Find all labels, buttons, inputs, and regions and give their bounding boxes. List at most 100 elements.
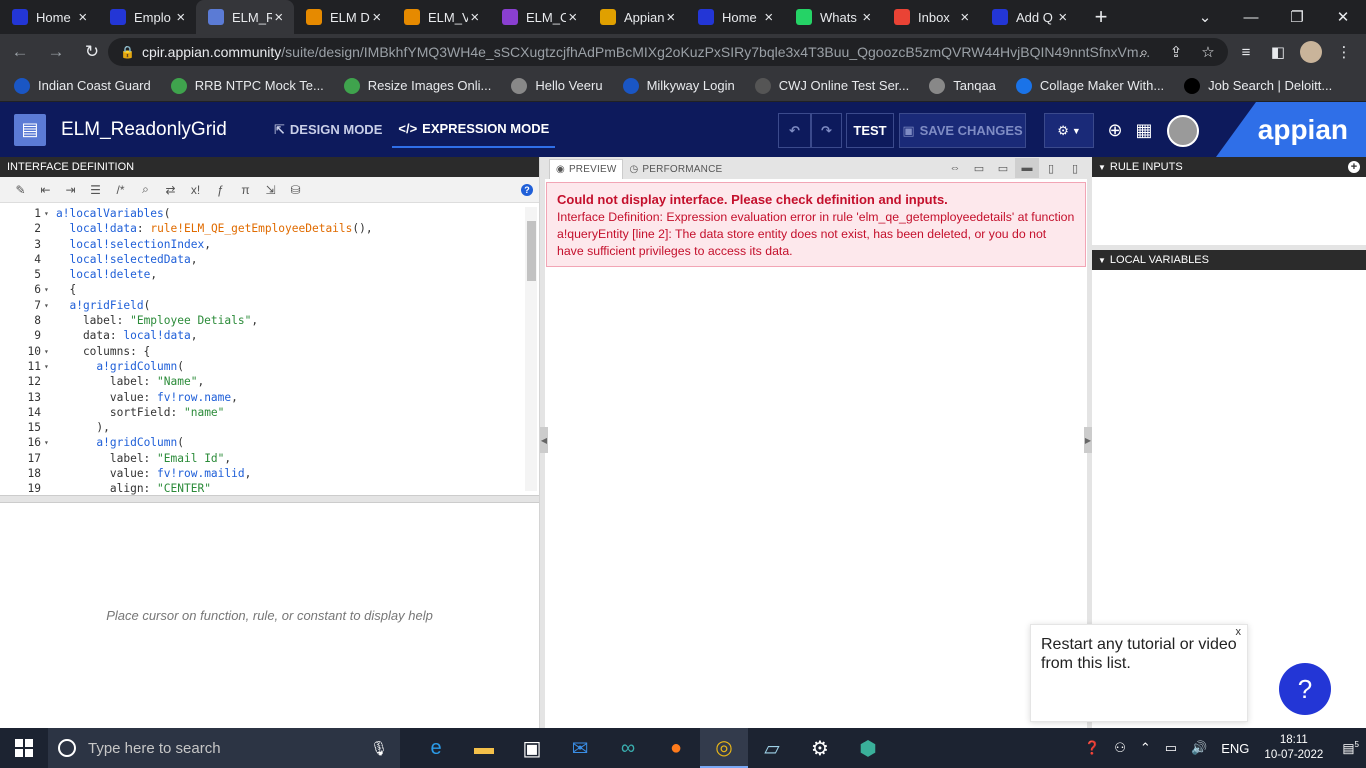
arduino-icon[interactable]: ∞ bbox=[604, 728, 652, 768]
back-button[interactable]: ← bbox=[4, 36, 36, 68]
function-fx-icon[interactable]: ƒ bbox=[208, 179, 233, 201]
media-icon[interactable]: ≡ bbox=[1232, 38, 1260, 66]
close-tab-icon[interactable]: × bbox=[762, 9, 776, 26]
fold-toggle-icon[interactable]: ▾ bbox=[44, 359, 53, 374]
browser-tab[interactable]: Inbox × bbox=[882, 0, 980, 34]
close-tab-icon[interactable]: × bbox=[1056, 9, 1070, 26]
code-line[interactable]: 16 ▾ a!gridColumn( bbox=[0, 435, 539, 450]
browser-tab[interactable]: Emplo × bbox=[98, 0, 196, 34]
code-line[interactable]: 13 value: fv!row.name, bbox=[0, 390, 539, 405]
code-line[interactable]: 12 label: "Name", bbox=[0, 374, 539, 389]
notepad-icon[interactable]: ▱ bbox=[748, 728, 796, 768]
fold-toggle-icon[interactable] bbox=[44, 481, 53, 495]
code-line[interactable]: 4 local!selectedData, bbox=[0, 252, 539, 267]
forward-button[interactable]: → bbox=[40, 36, 72, 68]
database-search-icon[interactable]: ⛁ bbox=[283, 179, 308, 201]
browser-tab[interactable]: ELM_V × bbox=[392, 0, 490, 34]
tab-performance[interactable]: ◷ PERFORMANCE bbox=[623, 159, 728, 179]
bookmark-item[interactable]: Collage Maker With... bbox=[1015, 77, 1164, 94]
code-line[interactable]: 8 label: "Employee Detials", bbox=[0, 313, 539, 328]
fit-width-icon[interactable]: ⇔ bbox=[943, 158, 967, 178]
fold-toggle-icon[interactable]: ▾ bbox=[44, 344, 53, 359]
redo-button[interactable]: ↷ bbox=[811, 113, 842, 148]
code-line[interactable]: 15 ), bbox=[0, 420, 539, 435]
close-tab-icon[interactable]: × bbox=[566, 9, 580, 26]
address-bar[interactable]: 🔒 cpir.appian.community/suite/design/IMB… bbox=[108, 38, 1228, 66]
bookmark-star-icon[interactable]: ☆ bbox=[1194, 38, 1222, 66]
firefox-icon[interactable]: ● bbox=[652, 728, 700, 768]
settings-gear-icon[interactable]: ⚙ bbox=[796, 728, 844, 768]
search-icon[interactable]: ⌕ bbox=[133, 179, 158, 201]
fold-toggle-icon[interactable] bbox=[44, 451, 53, 466]
rule-inputs-header[interactable]: ▼ RULE INPUTS + bbox=[1092, 157, 1366, 177]
indent-icon[interactable]: ⇥ bbox=[58, 179, 83, 201]
new-tab-button[interactable]: + bbox=[1084, 0, 1118, 34]
comment-icon[interactable]: /* bbox=[108, 179, 133, 201]
reload-button[interactable]: ↻ bbox=[76, 36, 108, 68]
file-explorer-icon[interactable]: ▬ bbox=[460, 728, 508, 768]
fold-toggle-icon[interactable] bbox=[44, 390, 53, 405]
fold-toggle-icon[interactable] bbox=[44, 328, 53, 343]
magic-wand-icon[interactable]: ✎ bbox=[8, 179, 33, 201]
close-tab-icon[interactable]: × bbox=[468, 9, 482, 26]
collapse-right-handle[interactable]: ▶ bbox=[1084, 427, 1092, 453]
language-indicator[interactable]: ENG bbox=[1221, 741, 1249, 756]
profile-avatar[interactable] bbox=[1297, 38, 1325, 66]
undo-button[interactable]: ↶ bbox=[778, 113, 811, 148]
settings-menu-button[interactable]: ⚙ ▼ bbox=[1044, 113, 1094, 148]
bookmark-item[interactable]: RRB NTPC Mock Te... bbox=[170, 77, 324, 94]
code-line[interactable]: 18 value: fv!row.mailid, bbox=[0, 466, 539, 481]
fold-toggle-icon[interactable]: ▾ bbox=[44, 206, 53, 221]
tablet-portrait-icon[interactable]: ▯ bbox=[1039, 158, 1063, 178]
collapse-left-handle[interactable]: ◀ bbox=[540, 427, 548, 453]
code-line[interactable]: 7 ▾ a!gridField( bbox=[0, 298, 539, 313]
taskbar-search-box[interactable]: Type here to search 🎙 bbox=[48, 728, 400, 768]
chevron-up-icon[interactable]: ⌃ bbox=[1140, 740, 1151, 756]
code-line[interactable]: 5 local!delete, bbox=[0, 267, 539, 282]
bookmark-item[interactable]: Job Search | Deloitt... bbox=[1184, 77, 1332, 94]
tablet-landscape-icon[interactable]: ▬ bbox=[1015, 158, 1039, 178]
editor-scrollbar[interactable] bbox=[525, 207, 537, 491]
browser-tab[interactable]: Home × bbox=[686, 0, 784, 34]
notifications-icon[interactable]: ▤5 bbox=[1342, 740, 1359, 756]
code-line[interactable]: 14 sortField: "name" bbox=[0, 405, 539, 420]
bookmark-item[interactable]: Indian Coast Guard bbox=[14, 77, 151, 94]
battery-icon[interactable]: ▭ bbox=[1165, 740, 1177, 756]
fold-toggle-icon[interactable] bbox=[44, 221, 53, 236]
close-window-button[interactable]: ✕ bbox=[1320, 0, 1366, 34]
fold-toggle-icon[interactable] bbox=[44, 466, 53, 481]
close-tab-icon[interactable]: × bbox=[860, 9, 874, 26]
volume-icon[interactable]: 🔊 bbox=[1191, 740, 1207, 756]
help-icon[interactable]: ? bbox=[521, 183, 533, 196]
test-button[interactable]: TEST bbox=[846, 113, 894, 148]
code-line[interactable]: 10 ▾ columns: { bbox=[0, 344, 539, 359]
fold-toggle-icon[interactable] bbox=[44, 237, 53, 252]
bookmark-item[interactable]: CWJ Online Test Ser... bbox=[754, 77, 909, 94]
fold-toggle-icon[interactable]: ▾ bbox=[44, 435, 53, 450]
share-icon[interactable]: ⇪ bbox=[1162, 38, 1190, 66]
edge-icon[interactable]: e bbox=[412, 728, 460, 768]
user-avatar[interactable] bbox=[1166, 113, 1200, 148]
clock[interactable]: 18:11 10-07-2022 bbox=[1264, 733, 1323, 763]
bookmark-item[interactable]: Hello Veeru bbox=[511, 77, 603, 94]
close-tab-icon[interactable]: × bbox=[272, 9, 286, 26]
app-launcher-icon[interactable]: ▦ bbox=[1127, 113, 1161, 148]
help-tray-icon[interactable]: ❓ bbox=[1084, 740, 1100, 756]
store-icon[interactable]: ▣ bbox=[508, 728, 556, 768]
tooltip-close-button[interactable]: x bbox=[1236, 626, 1242, 638]
close-tab-icon[interactable]: × bbox=[664, 9, 678, 26]
code-line[interactable]: 2 local!data: rule!ELM_QE_getEmployeeDet… bbox=[0, 221, 539, 236]
wide-desktop-icon[interactable]: ▭ bbox=[967, 158, 991, 178]
scrollbar-thumb[interactable] bbox=[527, 221, 536, 281]
chrome-icon[interactable]: ◎ bbox=[700, 728, 748, 768]
expression-mode-tab[interactable]: </> EXPRESSION MODE bbox=[392, 112, 556, 148]
phone-icon[interactable]: ▯ bbox=[1063, 158, 1087, 178]
tab-preview[interactable]: ◉ PREVIEW bbox=[549, 159, 624, 179]
code-line[interactable]: 1 ▾ a!localVariables( bbox=[0, 206, 539, 221]
function-x-icon[interactable]: x! bbox=[183, 179, 208, 201]
close-tab-icon[interactable]: × bbox=[174, 9, 188, 26]
replace-icon[interactable]: ⇄ bbox=[158, 179, 183, 201]
local-variables-header[interactable]: ▼ LOCAL VARIABLES bbox=[1092, 250, 1366, 270]
menu-kebab-icon[interactable]: ⋮ bbox=[1330, 38, 1358, 66]
code-line[interactable]: 3 local!selectionIndex, bbox=[0, 237, 539, 252]
